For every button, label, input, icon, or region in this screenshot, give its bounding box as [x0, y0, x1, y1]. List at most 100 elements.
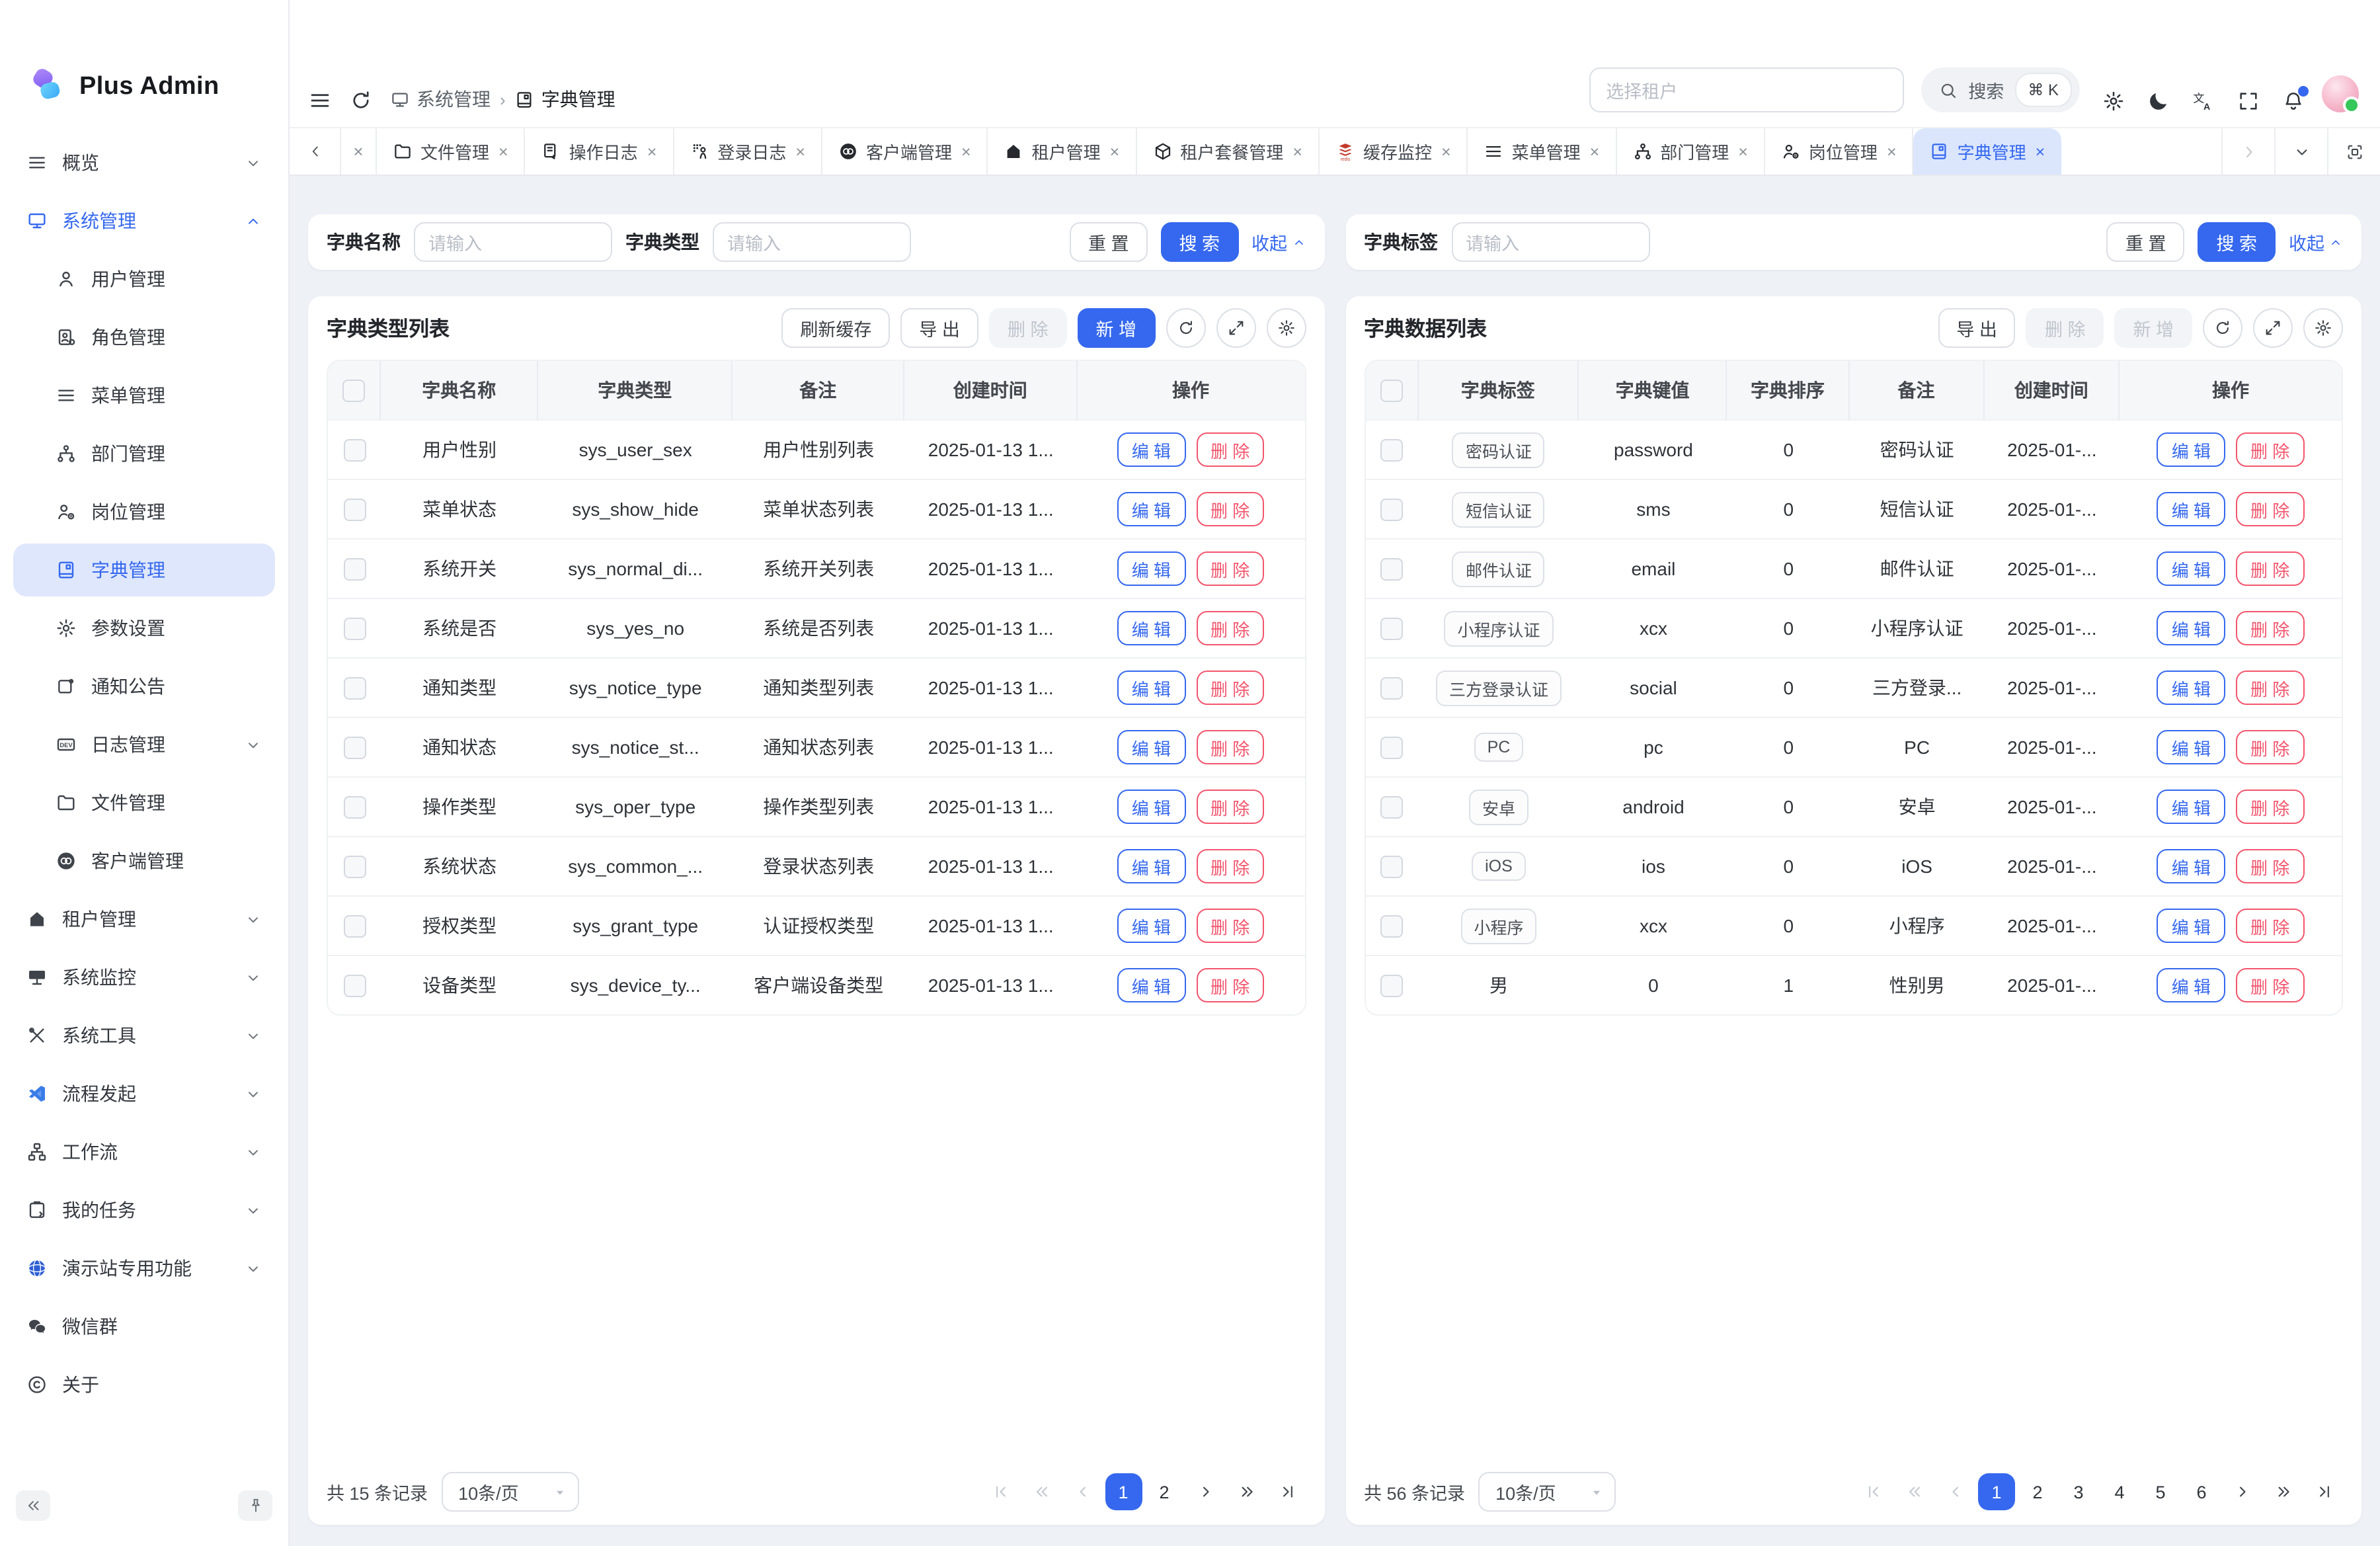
delete-button[interactable]: 删 除 — [2236, 968, 2304, 1002]
app-logo[interactable]: Plus Admin — [0, 0, 288, 128]
translate-icon[interactable]: 文A — [2192, 90, 2215, 112]
row-checkbox[interactable] — [343, 915, 366, 937]
content-fullscreen-button[interactable] — [2327, 128, 2380, 175]
sidebar-item-about[interactable]: 关于 — [13, 1358, 275, 1411]
first-page-button[interactable] — [1855, 1473, 1892, 1510]
delete-button[interactable]: 删 除 — [1196, 611, 1264, 645]
dict-type-search-button[interactable]: 搜 索 — [1160, 222, 1238, 262]
edit-button[interactable]: 编 辑 — [2157, 909, 2225, 943]
delete-button[interactable]: 删 除 — [2236, 790, 2304, 824]
sidebar-item-system-monitor[interactable]: 系统监控 — [13, 951, 275, 1004]
refresh-page-icon[interactable] — [349, 89, 373, 112]
page-button-5[interactable]: 5 — [2142, 1473, 2179, 1510]
row-checkbox[interactable] — [1380, 617, 1403, 639]
edit-button[interactable]: 编 辑 — [2157, 611, 2225, 645]
sidebar-item-flow-start[interactable]: 流程发起 — [13, 1067, 275, 1120]
sidebar-item-role-management[interactable]: 角色管理 — [13, 311, 275, 364]
notifications-button[interactable] — [2282, 90, 2305, 112]
delete-button[interactable]: 删 除 — [1196, 849, 1264, 883]
tab-post-management[interactable]: 岗位管理× — [1765, 128, 1914, 175]
sidebar-item-demo-features[interactable]: 演示站专用功能 — [13, 1242, 275, 1295]
tabs-dropdown-button[interactable] — [2274, 128, 2327, 175]
edit-button[interactable]: 编 辑 — [1117, 909, 1185, 943]
dict-data-reset-button[interactable]: 重 置 — [2107, 222, 2185, 262]
delete-button[interactable]: 删 除 — [2236, 492, 2304, 526]
row-checkbox[interactable] — [343, 617, 366, 639]
edit-button[interactable]: 编 辑 — [2157, 492, 2225, 526]
edit-button[interactable]: 编 辑 — [2157, 551, 2225, 586]
delete-button[interactable]: 删 除 — [1196, 730, 1264, 764]
partial-tab-close-icon[interactable]: × — [341, 128, 377, 175]
dict-data-search-button[interactable]: 搜 索 — [2198, 222, 2276, 262]
next-pages-button[interactable] — [2265, 1473, 2302, 1510]
sidebar-item-menu-management[interactable]: 菜单管理 — [13, 369, 275, 422]
dict-type-collapse-link[interactable]: 收起 — [1251, 229, 1306, 255]
sidebar-item-client-management[interactable]: 客户端管理 — [13, 834, 275, 887]
delete-button[interactable]: 删 除 — [2236, 551, 2304, 586]
tab-close-icon[interactable]: × — [795, 142, 805, 161]
avatar[interactable] — [2322, 75, 2359, 112]
page-button-4[interactable]: 4 — [2101, 1473, 2138, 1510]
sidebar-item-user-management[interactable]: 用户管理 — [13, 253, 275, 305]
tab-dict-management[interactable]: 字典管理× — [1914, 128, 2061, 175]
edit-button[interactable]: 编 辑 — [1117, 790, 1185, 824]
edit-button[interactable]: 编 辑 — [2157, 432, 2225, 467]
prev-pages-button[interactable] — [1896, 1473, 1933, 1510]
tab-close-icon[interactable]: × — [961, 142, 971, 161]
tab-login-log[interactable]: 登录日志× — [674, 128, 822, 175]
sidebar-item-param-settings[interactable]: 参数设置 — [13, 602, 275, 655]
row-checkbox[interactable] — [343, 498, 366, 520]
sidebar-collapse-button[interactable] — [16, 1490, 50, 1520]
edit-button[interactable]: 编 辑 — [2157, 790, 2225, 824]
sidebar-item-wechat-group[interactable]: 微信群 — [13, 1300, 275, 1353]
page-button-1[interactable]: 1 — [1978, 1473, 2015, 1510]
next-page-button[interactable] — [1187, 1473, 1224, 1510]
edit-button[interactable]: 编 辑 — [1117, 492, 1185, 526]
last-page-button[interactable] — [2306, 1473, 2343, 1510]
tab-close-icon[interactable]: × — [2036, 142, 2045, 161]
delete-button[interactable]: 删 除 — [2236, 611, 2304, 645]
sidebar-pin-button[interactable] — [238, 1490, 272, 1520]
tab-close-icon[interactable]: × — [498, 142, 508, 161]
dict-data-settings-button[interactable] — [2303, 308, 2343, 348]
breadcrumb-item-system-management[interactable]: 系统管理 — [390, 86, 491, 112]
next-page-button[interactable] — [2224, 1473, 2261, 1510]
row-checkbox[interactable] — [1380, 676, 1403, 699]
delete-button[interactable]: 删 除 — [1196, 909, 1264, 943]
tenant-select[interactable]: 选择租户 — [1589, 67, 1903, 112]
edit-button[interactable]: 编 辑 — [1117, 671, 1185, 705]
row-checkbox[interactable] — [343, 855, 366, 877]
tab-oper-log[interactable]: 操作日志× — [526, 128, 674, 175]
dict-data-export-button[interactable]: 导 出 — [1938, 308, 2016, 348]
page-button-2[interactable]: 2 — [2019, 1473, 2056, 1510]
tab-menu-management[interactable]: 菜单管理× — [1468, 128, 1617, 175]
edit-button[interactable]: 编 辑 — [1117, 849, 1185, 883]
row-checkbox[interactable] — [343, 438, 366, 461]
dict-type-settings-button[interactable] — [1266, 308, 1306, 348]
sidebar-item-my-tasks[interactable]: 我的任务 — [13, 1184, 275, 1237]
delete-button[interactable]: 删 除 — [1196, 551, 1264, 586]
sidebar-item-tenant-management[interactable]: 租户管理 — [13, 893, 275, 946]
row-checkbox[interactable] — [1380, 498, 1403, 520]
sidebar-item-system-tools[interactable]: 系统工具 — [13, 1009, 275, 1062]
row-checkbox[interactable] — [343, 795, 366, 818]
edit-button[interactable]: 编 辑 — [1117, 432, 1185, 467]
delete-button[interactable]: 删 除 — [2236, 909, 2304, 943]
row-checkbox[interactable] — [1380, 974, 1403, 997]
tab-close-icon[interactable]: × — [1590, 142, 1600, 161]
prev-page-button[interactable] — [1064, 1473, 1101, 1510]
row-checkbox[interactable] — [1380, 438, 1403, 461]
tab-tenant-management[interactable]: 租户管理× — [988, 128, 1137, 175]
edit-button[interactable]: 编 辑 — [1117, 730, 1185, 764]
sidebar-item-post-management[interactable]: 岗位管理 — [13, 485, 275, 538]
row-checkbox[interactable] — [1380, 557, 1403, 580]
tabs-scroll-left-button[interactable] — [290, 128, 341, 175]
delete-button[interactable]: 删 除 — [2236, 671, 2304, 705]
dict-data-collapse-link[interactable]: 收起 — [2289, 229, 2343, 255]
moon-icon[interactable] — [2147, 90, 2170, 112]
tab-tenant-package-management[interactable]: 租户套餐管理× — [1136, 128, 1320, 175]
page-button-3[interactable]: 3 — [2060, 1473, 2097, 1510]
sidebar-item-file-management[interactable]: 文件管理 — [13, 776, 275, 829]
delete-button[interactable]: 删 除 — [1196, 968, 1264, 1002]
row-checkbox[interactable] — [1380, 795, 1403, 818]
